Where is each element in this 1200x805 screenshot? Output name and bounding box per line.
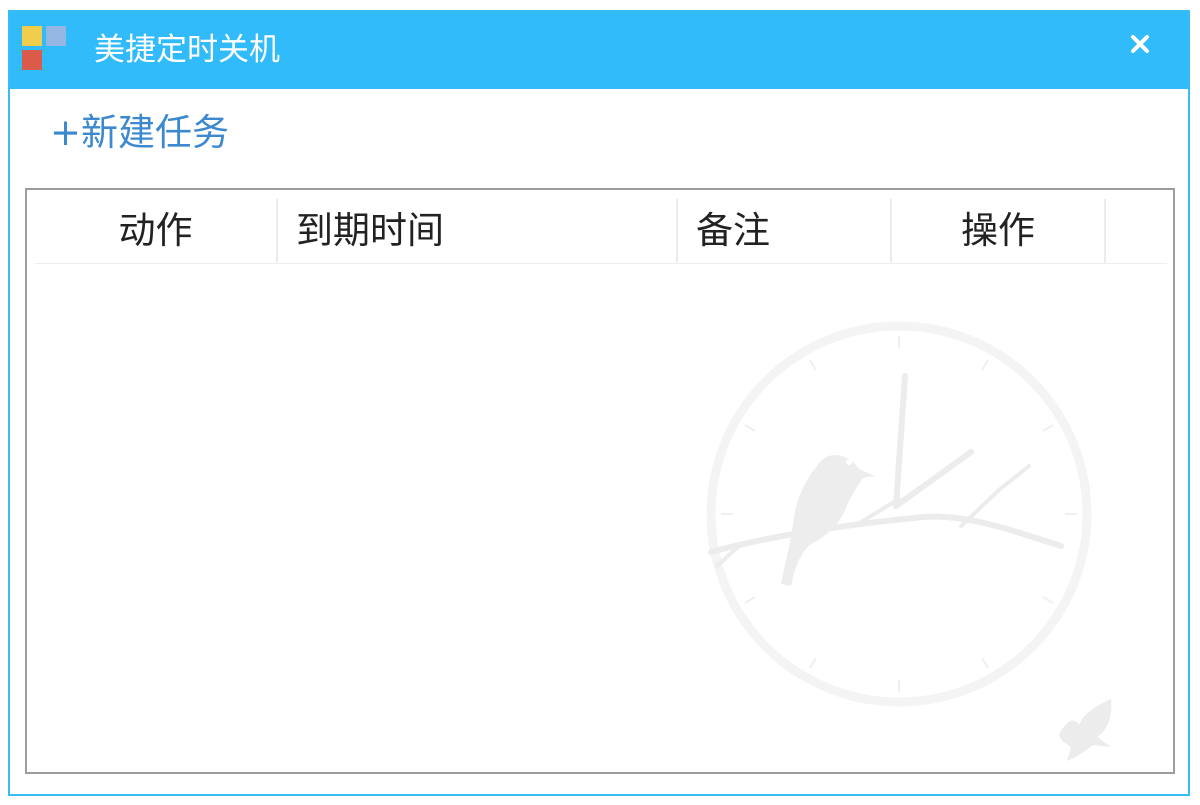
column-header-operation[interactable]: 操作 xyxy=(892,199,1106,263)
clock-bird-watermark-icon xyxy=(706,321,1092,707)
logo-square-blue xyxy=(46,26,66,46)
app-window: 美捷定时关机 +新建任务 动作 到期时间 备注 操作 xyxy=(8,10,1190,796)
column-header-action[interactable]: 动作 xyxy=(35,199,278,263)
close-button[interactable] xyxy=(1122,26,1158,62)
close-icon xyxy=(1131,35,1149,53)
app-logo-icon xyxy=(22,26,68,72)
column-header-note[interactable]: 备注 xyxy=(678,199,892,263)
task-table: 动作 到期时间 备注 操作 xyxy=(25,188,1175,774)
column-header-filler xyxy=(1106,199,1167,263)
bird-icon xyxy=(1059,699,1112,761)
window-title: 美捷定时关机 xyxy=(94,32,280,68)
title-bar[interactable]: 美捷定时关机 xyxy=(10,12,1188,89)
logo-square-yellow xyxy=(22,26,42,46)
column-header-expire-time[interactable]: 到期时间 xyxy=(278,199,678,263)
new-task-link[interactable]: +新建任务 xyxy=(50,110,229,156)
table-header: 动作 到期时间 备注 操作 xyxy=(35,199,1167,264)
logo-square-red xyxy=(22,50,42,70)
